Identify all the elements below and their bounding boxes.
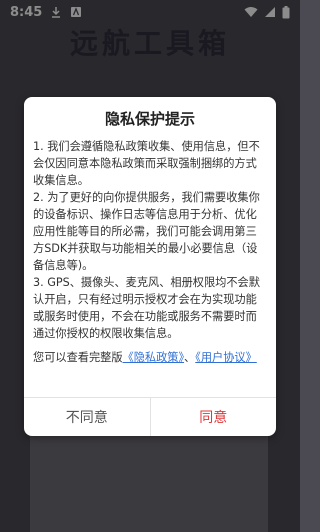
- dialog-title: 隐私保护提示: [104, 110, 195, 128]
- dialog-body: 1. 我们会遵循隐私政策收集、使用信息，但不会仅因同意本隐私政策而采取强制捆绑的…: [24, 130, 276, 366]
- privacy-clause-3: 3. GPS、摄像头、麦克风、相册权限均不会默认开启，只有经过明示授权才会在为实…: [33, 276, 260, 340]
- privacy-clause-2: 2. 为了更好的向你提供服务，我们需要收集你的设备标识、操作日志等信息用于分析、…: [33, 191, 260, 272]
- user-agreement-link[interactable]: 《用户协议》: [195, 351, 257, 364]
- footer-prefix: 您可以查看完整版: [33, 351, 123, 364]
- link-separator: 、: [184, 351, 196, 364]
- privacy-clause-1: 1. 我们会遵循隐私政策收集、使用信息，但不会仅因同意本隐私政策而采取强制捆绑的…: [33, 140, 260, 187]
- privacy-policy-link[interactable]: 《隐私政策》: [123, 351, 185, 364]
- agree-button[interactable]: 同意: [151, 398, 277, 436]
- policy-links-line: 您可以查看完整版《隐私政策》、《用户协议》: [33, 349, 267, 366]
- disagree-button[interactable]: 不同意: [24, 398, 151, 436]
- privacy-dialog: 隐私保护提示 1. 我们会遵循隐私政策收集、使用信息，但不会仅因同意本隐私政策而…: [24, 97, 276, 436]
- dialog-buttons: 不同意 同意: [24, 397, 276, 436]
